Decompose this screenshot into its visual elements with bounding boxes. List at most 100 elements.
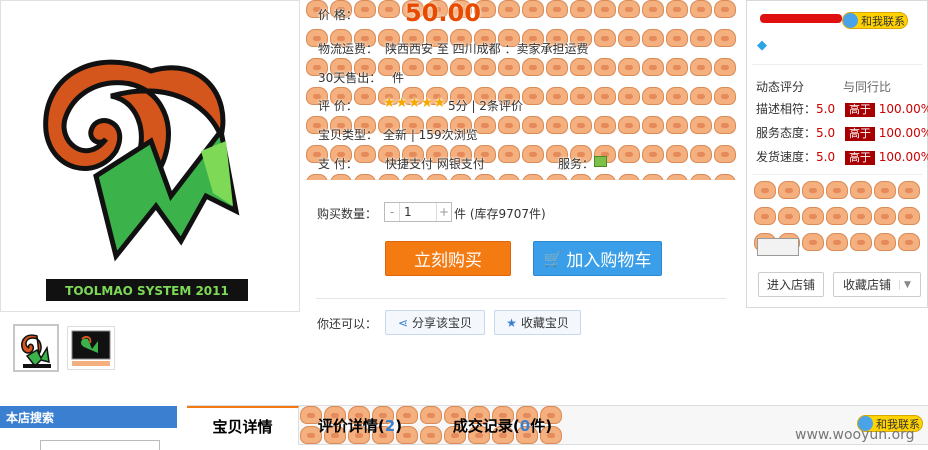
pig-face-icon: [802, 233, 824, 251]
pig-face-icon: [420, 406, 442, 424]
increase-button[interactable]: +: [437, 205, 451, 219]
tab-reviews[interactable]: 评价详情(2): [310, 406, 410, 445]
pig-face-icon: [420, 426, 442, 444]
type-label: 宝贝类型：: [318, 128, 379, 142]
pig-face-icon: [874, 233, 896, 251]
pig-face-icon: [690, 0, 712, 18]
star-icon: ★: [506, 315, 517, 330]
credential-badge-icon: [757, 238, 799, 256]
divider: [316, 298, 726, 299]
tab-deals[interactable]: 成交记录(0 件): [445, 406, 560, 445]
pig-face-icon: [714, 0, 736, 18]
pig-face-icon: [826, 233, 848, 251]
add-to-cart-label: 加入购物车: [566, 251, 652, 271]
contact-button-top[interactable]: 和我联系: [842, 12, 908, 29]
thumbnail-1[interactable]: [13, 324, 59, 372]
type-value: 全新 | 159次浏览: [383, 128, 478, 142]
rating-label: 评 价：: [318, 99, 358, 113]
tab-reviews-count: 2: [384, 416, 396, 435]
dsr-pct: 100.00%: [878, 126, 928, 140]
pig-face-icon: [642, 174, 664, 180]
main-product-image[interactable]: TOOLMAO SYSTEM 2011: [0, 0, 300, 312]
pig-face-icon: [714, 116, 736, 134]
pig-face-icon: [546, 0, 568, 18]
pig-face-icon: [570, 58, 592, 76]
pig-face-icon: [426, 58, 448, 76]
pig-face-icon: [594, 87, 616, 105]
pig-face-icon: [618, 0, 640, 18]
enter-shop-button[interactable]: 进入店铺: [758, 272, 824, 297]
dsr-level: 高于: [844, 151, 875, 165]
dsr-score: 5.0: [816, 102, 836, 116]
pig-face-icon: [594, 174, 616, 180]
favorite-button[interactable]: ★ 收藏宝贝: [494, 310, 581, 335]
pig-face-icon: [522, 58, 544, 76]
pig-face-icon: [642, 58, 664, 76]
ww-icon: [843, 13, 858, 28]
pig-face-icon: [778, 207, 800, 225]
cart-icon: 🛒: [543, 249, 563, 268]
sales-value: 件: [392, 71, 405, 85]
quantity-input[interactable]: 1: [399, 203, 437, 221]
pig-face-icon: [594, 58, 616, 76]
pig-face-icon: [594, 29, 616, 47]
pig-face-icon: [618, 87, 640, 105]
pig-face-icon: [402, 174, 424, 180]
favorite-shop-button[interactable]: 收藏店铺 ▼: [833, 272, 921, 297]
payment-value: 快捷支付 网银支付: [385, 157, 485, 171]
share-button[interactable]: ⋖ 分享该宝贝: [385, 310, 485, 335]
pig-face-icon: [570, 87, 592, 105]
pig-face-icon: [666, 174, 688, 180]
pig-face-icon: [498, 116, 520, 134]
stock-text: 件 (库存9707件): [454, 207, 546, 221]
dsr-score: 5.0: [816, 126, 836, 140]
pig-face-icon: [498, 58, 520, 76]
quantity-stepper[interactable]: - 1 +: [384, 202, 452, 222]
pig-face-icon: [618, 145, 640, 163]
you-can-label: 你还可以：: [317, 317, 378, 331]
pig-face-icon: [898, 233, 920, 251]
price-value: 50.00: [405, 0, 481, 27]
pig-face-icon: [642, 0, 664, 18]
decrease-button[interactable]: -: [385, 205, 399, 219]
tab-product-detail[interactable]: 宝贝详情: [187, 406, 299, 445]
pig-face-icon: [714, 29, 736, 47]
pig-face-icon: [666, 0, 688, 18]
pig-row: [305, 174, 737, 180]
dsr-name: 发货速度：: [756, 150, 817, 164]
dsr-title: 动态评分: [756, 80, 805, 94]
buy-now-button[interactable]: 立刻购买: [385, 241, 511, 276]
watermark: www.wooyun.org: [795, 427, 915, 443]
pig-face-icon: [642, 29, 664, 47]
pig-face-icon: [802, 207, 824, 225]
pig-face-icon: [642, 116, 664, 134]
pig-face-icon: [618, 29, 640, 47]
dsr-pct: 100.00%: [878, 102, 928, 116]
pig-face-icon: [874, 207, 896, 225]
pig-face-icon: [618, 174, 640, 180]
pig-face-icon: [850, 207, 872, 225]
add-to-cart-button[interactable]: 🛒 加入购物车: [533, 241, 662, 276]
rating-value[interactable]: 5分 | 2条评价: [448, 97, 523, 114]
thumbnail-2[interactable]: [67, 326, 115, 370]
pig-face-icon: [474, 58, 496, 76]
dsr-row-2: 服务态度：5.0 高于 100.00%: [756, 124, 928, 141]
chevron-down-icon[interactable]: ▼: [899, 279, 911, 290]
pig-row: [753, 181, 921, 203]
store-search-input[interactable]: [40, 440, 160, 450]
price-label: 价 格：: [318, 8, 358, 22]
pig-face-icon: [850, 233, 872, 251]
pig-face-icon: [690, 174, 712, 180]
pig-face-icon: [690, 29, 712, 47]
tab-deals-suffix: 件): [530, 417, 553, 435]
tab-detail-label: 宝贝详情: [212, 418, 273, 436]
quantity-label: 购买数量：: [317, 207, 378, 221]
seller-name-redacted: [760, 14, 842, 23]
pig-face-icon: [850, 181, 872, 199]
pig-face-icon: [522, 116, 544, 134]
pig-face-icon: [402, 58, 424, 76]
tab-deals-label: 成交记录(: [452, 417, 520, 435]
pig-face-icon: [330, 174, 352, 180]
pig-face-icon: [546, 87, 568, 105]
seller-divider-2: [752, 174, 922, 175]
